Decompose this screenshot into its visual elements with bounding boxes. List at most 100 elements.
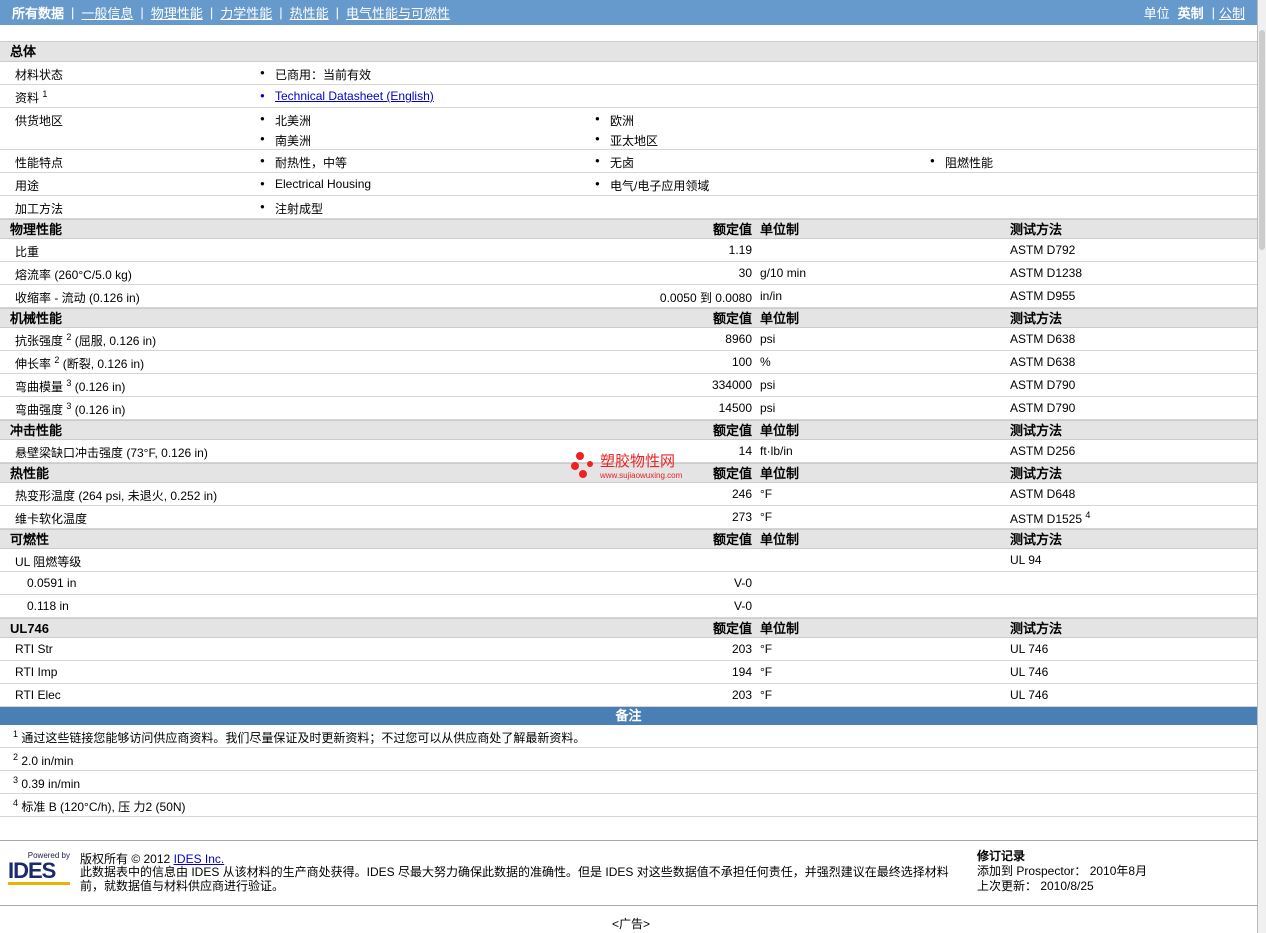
section-header: 机械性能 额定值 单位制 测试方法	[0, 308, 1257, 328]
property-label: 弯曲强度 3 (0.126 in)	[15, 401, 126, 417]
test-method: UL 746	[1010, 642, 1049, 656]
scrollbar-thumb[interactable]	[1259, 30, 1265, 250]
property-row: RTI Imp 194 °F UL 746	[0, 661, 1257, 684]
unit-imperial[interactable]: 英制	[1178, 3, 1204, 22]
nav-tab-4[interactable]: 热性能	[290, 3, 329, 22]
property-unit: psi	[760, 401, 776, 415]
property-label: 悬壁梁缺口冲击强度 (73°F, 0.126 in)	[15, 446, 208, 460]
ides-logo: Powered by IDES	[8, 851, 70, 885]
row-label: 材料状态	[15, 68, 64, 82]
datasheet-page: 所有数据 | 一般信息 | 物理性能 | 力学性能 | 热性能 | 电气性能与可燃性 单位 英制 | 公制 …	[0, 0, 1258, 933]
property-unit: psi	[760, 332, 776, 346]
property-value: 0.0050 到 0.0080	[659, 291, 752, 305]
row-value: 南美洲	[260, 132, 311, 149]
section-header: UL746 额定值 单位制 测试方法	[0, 618, 1257, 638]
note-row: 3 0.39 in/min	[0, 771, 1257, 794]
property-unit: in/in	[760, 289, 783, 303]
property-row: 0.0591 in V-0	[0, 572, 1257, 595]
col-header-value: 额定值	[712, 222, 752, 237]
property-unit: %	[760, 355, 771, 369]
row-value: 亚太地区	[595, 132, 658, 149]
row-value: 无卤	[595, 154, 634, 171]
test-method: ASTM D790	[1010, 378, 1076, 392]
property-value: 100	[731, 355, 752, 369]
property-label: UL 阻燃等级	[15, 555, 82, 569]
note-row: 1 通过这些链接您能够访问供应商资料。我们尽量保证及时更新资料；不过您可以从供应…	[0, 725, 1257, 748]
col-header-value: 额定值	[712, 311, 752, 326]
test-method: ASTM D792	[1010, 243, 1076, 257]
nav-tab-3[interactable]: 力学性能	[220, 3, 272, 22]
property-label: 弯曲模量 3 (0.126 in)	[15, 378, 126, 394]
property-unit: psi	[760, 378, 776, 392]
row-value: 北美洲	[260, 112, 311, 129]
col-header-unit: 单位制	[760, 621, 800, 636]
datasheet-link[interactable]: Technical Datasheet (English)	[260, 89, 434, 103]
section-header-general: 总体	[0, 41, 1257, 62]
note-row: 2 2.0 in/min	[0, 748, 1257, 771]
test-method: ASTM D256	[1010, 444, 1076, 458]
row-label: 供货地区	[15, 114, 64, 128]
ad-label: <广告>	[612, 917, 651, 931]
disclaimer: 此数据表中的信息由 IDES 从该材料的生产商处获得。IDES 尽最大努力确保此…	[80, 865, 949, 893]
col-header-method: 测试方法	[1010, 423, 1063, 438]
col-header-method: 测试方法	[1010, 621, 1063, 636]
nav-tab-5[interactable]: 电气性能与可燃性	[346, 3, 450, 22]
property-unit: °F	[760, 642, 773, 656]
row-value: 欧洲	[595, 112, 634, 129]
property-row: 伸长率 2 (断裂, 0.126 in) 100% ASTM D638	[0, 351, 1257, 374]
property-value: 14	[738, 444, 752, 458]
property-label: RTI Str	[15, 642, 53, 656]
ides-link[interactable]: IDES Inc.	[174, 852, 225, 866]
row-label: 加工方法	[15, 202, 64, 216]
unit-label: 单位	[1143, 6, 1170, 21]
nav-tab-1[interactable]: 一般信息	[81, 3, 133, 22]
test-method: ASTM D1238	[1010, 266, 1083, 280]
added-date: 添加到 Prospector： 2010年8月	[977, 864, 1148, 878]
test-method: UL 94	[1010, 553, 1042, 567]
unit-metric[interactable]: 公制	[1219, 3, 1245, 22]
test-method: ASTM D1525 4	[1010, 510, 1091, 526]
row-value: 耐热性，中等	[260, 154, 347, 171]
property-value: 194	[731, 665, 752, 679]
property-row: 弯曲强度 3 (0.126 in) 14500 psi ASTM D790	[0, 397, 1257, 420]
updated-date: 上次更新： 2010/8/25	[977, 879, 1094, 893]
notes-header: 备注	[0, 707, 1257, 725]
section-header: 可燃性 额定值 单位制 测试方法	[0, 529, 1257, 549]
col-header-method: 测试方法	[1010, 532, 1063, 547]
col-header-unit: 单位制	[760, 222, 800, 237]
nav-tab-2[interactable]: 物理性能	[151, 3, 203, 22]
note-row: 4 标准 B (120°C/h), 压 力2 (50N)	[0, 794, 1257, 817]
section-header: 物理性能 额定值 单位制 测试方法	[0, 219, 1257, 239]
nav-separator: |	[71, 5, 75, 20]
property-unit: °F	[760, 665, 773, 679]
property-label: 熔流率 (260°C/5.0 kg)	[15, 268, 132, 282]
test-method: ASTM D955	[1010, 289, 1076, 303]
scrollbar[interactable]	[1258, 0, 1266, 933]
col-header-unit: 单位制	[760, 532, 800, 547]
property-row: 弯曲模量 3 (0.126 in) 334000 psi ASTM D790	[0, 374, 1257, 397]
row-label: 用途	[15, 179, 40, 193]
general-row: 材料状态 已商用：当前有效	[0, 62, 1257, 85]
property-value: 203	[731, 688, 752, 702]
property-value: 30	[738, 266, 752, 280]
property-label: 0.118 in	[27, 599, 69, 613]
property-label: 抗张强度 2 (屈服, 0.126 in)	[15, 332, 157, 348]
col-header-method: 测试方法	[1010, 466, 1063, 481]
property-row: UL 阻燃等级 UL 94	[0, 549, 1257, 572]
col-header-method: 测试方法	[1010, 222, 1063, 237]
property-row: RTI Elec 203 °F UL 746	[0, 684, 1257, 707]
col-header-value: 额定值	[712, 423, 752, 438]
property-row: 抗张强度 2 (屈服, 0.126 in) 8960 psi ASTM D638	[0, 328, 1257, 351]
watermark: 塑胶物性网 www.sujiaowuxing.com	[570, 450, 682, 480]
nav-tab-0[interactable]: 所有数据	[12, 3, 64, 22]
property-value: 246	[731, 487, 752, 501]
property-value: 8960	[725, 332, 752, 346]
property-row: 收缩率 - 流动 (0.126 in) 0.0050 到 0.0080 in/in A…	[0, 285, 1257, 308]
property-row: 熔流率 (260°C/5.0 kg) 30 g/10 min ASTM D1238	[0, 262, 1257, 285]
property-unit: ft·lb/in	[760, 444, 793, 458]
property-value: 203	[731, 642, 752, 656]
property-unit: °F	[760, 487, 773, 501]
revision-title: 修订记录	[977, 849, 1026, 863]
row-value: Electrical Housing	[260, 177, 371, 191]
property-label: 热变形温度 (264 psi, 未退火, 0.252 in)	[15, 489, 218, 503]
